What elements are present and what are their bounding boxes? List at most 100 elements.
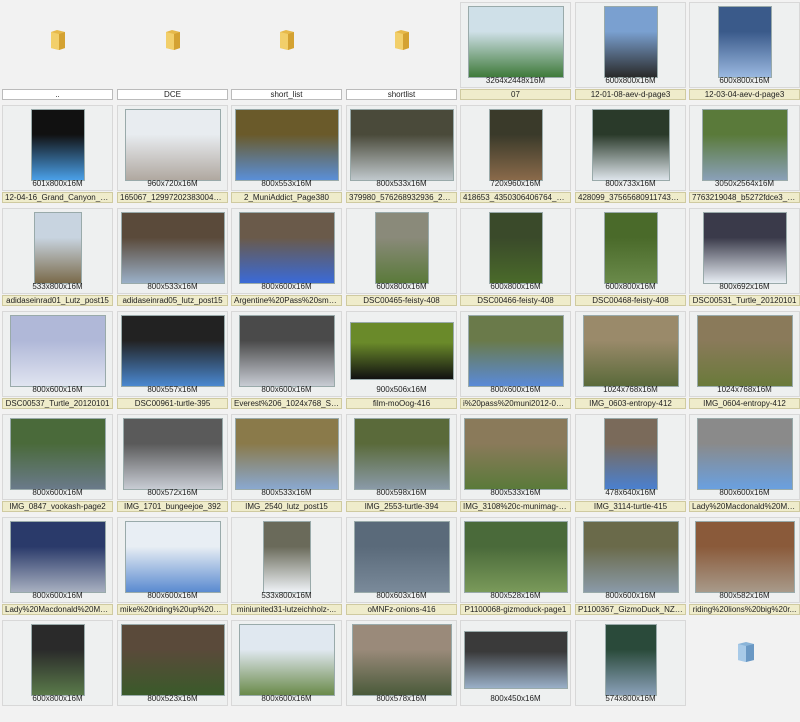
thumbnail-grid: .. DCE short_list shortlist 3264x2448x16M 07 6…	[0, 0, 800, 722]
image-item[interactable]: 800x582x16M riding%20lions%20big%20r...	[689, 515, 800, 618]
image-item[interactable]: 800x600x16M P1100367_GizmoDuck_NZ-t...	[575, 515, 686, 618]
file-name-label: IMG_2553-turtle-394	[346, 501, 457, 512]
image-thumbnail	[238, 624, 335, 696]
image-resolution: 800x557x16M	[147, 385, 198, 394]
file-name-label: 7763219048_b5272fdce3_o_...	[689, 192, 800, 203]
file-name-label: IMG_3108%20c-munimag-4...	[460, 501, 571, 512]
image-item[interactable]: 800x600x16M mike%20riding%20up%20hi...	[117, 515, 228, 618]
image-item[interactable]: 800x533x16M IMG_2540_lutz_post15	[231, 412, 342, 515]
image-item[interactable]: 478x640x16M IMG_3114-turtle-415	[575, 412, 686, 515]
image-item[interactable]: 574x800x16M	[575, 618, 686, 721]
thumbnail-frame: 800x600x16M	[460, 311, 571, 397]
file-name-label: IMG_0847_vookash-page2	[2, 501, 113, 512]
image-resolution: 800x600x16M	[32, 488, 83, 497]
image-item[interactable]: 800x528x16M P1100068-gizmoduck-page1	[460, 515, 571, 618]
image-thumbnail	[603, 212, 658, 284]
image-resolution: 800x553x16M	[261, 179, 312, 188]
image-item[interactable]: 600x800x16M	[2, 618, 113, 721]
image-item[interactable]: 1024x768x16M IMG_0604-entropy-412	[689, 309, 800, 412]
image-item[interactable]: 1024x768x16M IMG_0603-entropy-412	[575, 309, 686, 412]
image-resolution: 800x533x16M	[490, 488, 541, 497]
thumbnail-frame: 800x600x16M	[2, 311, 113, 397]
image-item[interactable]: 900x506x16M film-moOog-416	[346, 309, 457, 412]
image-item[interactable]: 800x598x16M IMG_2553-turtle-394	[346, 412, 457, 515]
image-thumbnail	[696, 418, 793, 490]
image-thumbnail	[603, 418, 658, 490]
image-thumbnail	[30, 109, 85, 181]
image-thumbnail	[488, 109, 543, 181]
image-resolution: 1024x768x16M	[717, 385, 772, 394]
image-thumbnail	[124, 521, 221, 593]
image-resolution: 800x533x16M	[376, 179, 427, 188]
folder-item[interactable]	[689, 618, 800, 721]
image-item[interactable]: 800x533x16M IMG_3108%20c-munimag-4...	[460, 412, 571, 515]
image-resolution: 800x600x16M	[147, 591, 198, 600]
file-name-label: 165067_129972023830043_1...	[117, 192, 228, 203]
image-thumbnail	[702, 212, 787, 284]
image-thumbnail	[701, 109, 788, 181]
image-item[interactable]: 600x800x16M 12-03-04-aev-d-page3	[689, 0, 800, 103]
image-item[interactable]: 3050x2564x16M 7763219048_b5272fdce3_o_...	[689, 103, 800, 206]
image-item[interactable]: 600x800x16M DSC00466-feisty-408	[460, 206, 571, 309]
image-resolution: 800x600x16M	[261, 282, 312, 291]
image-item[interactable]: 720x960x16M 418653_4350306406764_211...	[460, 103, 571, 206]
thumbnail-frame: 800x600x16M	[2, 517, 113, 603]
folder-item[interactable]: short_list	[231, 0, 342, 103]
image-item[interactable]: 800x523x16M	[117, 618, 228, 721]
image-item[interactable]: 800x450x16M	[460, 618, 571, 721]
image-resolution: 478x640x16M	[605, 488, 656, 497]
image-item[interactable]: 800x553x16M 2_MuniAddict_Page380	[231, 103, 342, 206]
image-item[interactable]: 800x572x16M IMG_1701_bungeejoe_392	[117, 412, 228, 515]
file-name-label: miniunited31-lutzeichholz-...	[231, 604, 342, 615]
image-item[interactable]: 533x800x16M miniunited31-lutzeichholz-...	[231, 515, 342, 618]
thumbnail-frame: 1024x768x16M	[575, 311, 686, 397]
image-item[interactable]: 960x720x16M 165067_129972023830043_1...	[117, 103, 228, 206]
image-resolution: 3264x2448x16M	[485, 76, 546, 85]
image-item[interactable]: 800x533x16M 379980_576268932936_2655...	[346, 103, 457, 206]
image-item[interactable]: 600x800x16M 12-01-08-aev-d-page3	[575, 0, 686, 103]
image-item[interactable]: 600x800x16M DSC00465-feisty-408	[346, 206, 457, 309]
folder-item[interactable]: ..	[2, 0, 113, 103]
thumbnail-frame	[231, 2, 342, 88]
image-thumbnail	[582, 521, 679, 593]
image-item[interactable]: 800x692x16M DSC00531_Turtle_20120101	[689, 206, 800, 309]
image-item[interactable]: 800x533x16M adidaseinrad05_lutz_post15	[117, 206, 228, 309]
folder-item[interactable]: shortlist	[346, 0, 457, 103]
image-item[interactable]: 800x557x16M DSC00961-turtle-395	[117, 309, 228, 412]
image-item[interactable]: 800x600x16M i%20pass%20muni2012-09-...	[460, 309, 571, 412]
image-item[interactable]: 800x600x16M	[231, 618, 342, 721]
image-resolution: 800x523x16M	[147, 694, 198, 703]
image-item[interactable]: 600x800x16M DSC00468-feisty-408	[575, 206, 686, 309]
image-thumbnail	[463, 521, 568, 593]
image-thumbnail	[463, 631, 568, 689]
image-item[interactable]: 800x600x16M Lady%20Macdonald%20Mo...	[689, 412, 800, 515]
thumbnail-frame: 800x557x16M	[117, 311, 228, 397]
image-resolution: 800x600x16M	[490, 385, 541, 394]
folder-item[interactable]: DCE	[117, 0, 228, 103]
thumbnail-frame: 574x800x16M	[575, 620, 686, 706]
image-resolution: 800x600x16M	[32, 385, 83, 394]
image-thumbnail	[238, 315, 335, 387]
image-item[interactable]: 800x603x16M oMNFz-onions-416	[346, 515, 457, 618]
image-thumbnail	[349, 322, 454, 380]
image-thumbnail	[374, 212, 429, 284]
image-item[interactable]: 533x800x16M adidaseinrad01_Lutz_post15	[2, 206, 113, 309]
image-resolution: 800x450x16M	[490, 694, 541, 703]
image-item[interactable]: 601x800x16M 12-04-16_Grand_Canyon_A...	[2, 103, 113, 206]
image-item[interactable]: 800x600x16M IMG_0847_vookash-page2	[2, 412, 113, 515]
image-resolution: 800x600x16M	[261, 694, 312, 703]
image-item[interactable]: 800x600x16M DSC00537_Turtle_20120101	[2, 309, 113, 412]
image-item[interactable]: 800x600x16M Lady%20Macdonald%20Mo...	[2, 515, 113, 618]
file-name-label: 2_MuniAddict_Page380	[231, 192, 342, 203]
image-item[interactable]: 800x733x16M 428099_375656809117435_1...	[575, 103, 686, 206]
image-item[interactable]: 800x600x16M Argentine%20Pass%20small...	[231, 206, 342, 309]
thumbnail-frame: 800x533x16M	[460, 414, 571, 500]
thumbnail-frame: 800x533x16M	[346, 105, 457, 191]
file-name-label: 418653_4350306406764_211...	[460, 192, 571, 203]
image-item[interactable]: 800x600x16M Everest%206_1024x768_Stev...	[231, 309, 342, 412]
thumbnail-frame: 478x640x16M	[575, 414, 686, 500]
image-item[interactable]: 3264x2448x16M 07	[460, 0, 571, 103]
image-item[interactable]: 800x578x16M	[346, 618, 457, 721]
image-resolution: 800x533x16M	[261, 488, 312, 497]
thumbnail-frame: 800x603x16M	[346, 517, 457, 603]
